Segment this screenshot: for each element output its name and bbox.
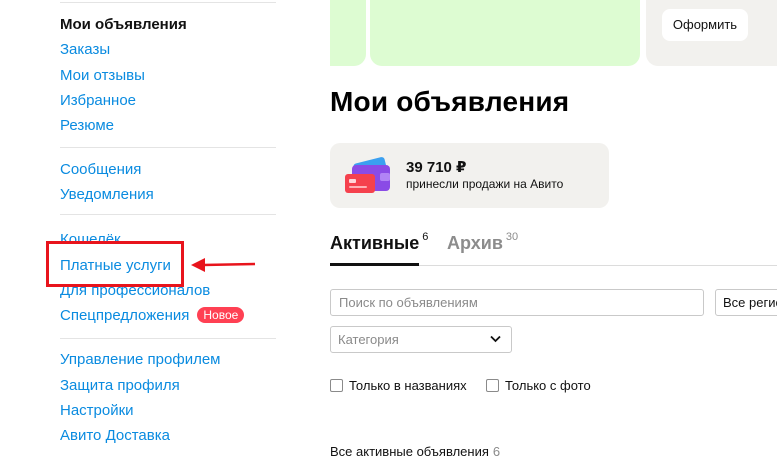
sidebar-divider	[60, 147, 276, 148]
sales-summary-card: 39 710 ₽ принесли продажи на Авито	[330, 143, 609, 208]
annotation-highlight-box	[46, 241, 184, 287]
sidebar-item-profile-protection[interactable]: Защита профиля	[60, 377, 180, 395]
new-badge: Новое	[197, 307, 245, 323]
sidebar-item-my-ads[interactable]: Мои объявления	[60, 16, 187, 34]
active-tab-indicator	[330, 263, 419, 266]
all-active-ads-label: Все активные объявления 6	[330, 444, 500, 459]
chevron-down-icon	[490, 335, 501, 343]
tab-label: Активные	[330, 233, 420, 253]
sales-caption: принесли продажи на Авито	[406, 177, 564, 191]
only-with-photo-checkbox[interactable]: Только с фото	[486, 378, 591, 393]
checkout-button[interactable]: Оформить	[662, 9, 748, 41]
sidebar-item-notifications[interactable]: Уведомления	[60, 186, 154, 204]
sidebar-item-special-offers[interactable]: Спецпредложения Новое	[60, 307, 245, 325]
sidebar-divider	[60, 338, 276, 339]
category-placeholder: Категория	[338, 332, 399, 347]
region-select[interactable]: Все регионы	[715, 289, 777, 316]
sidebar-item-avito-delivery[interactable]: Авито Доставка	[60, 427, 170, 445]
wallet-cards-icon	[345, 157, 390, 193]
sidebar-item-my-reviews[interactable]: Мои отзывы	[60, 67, 145, 85]
category-select[interactable]: Категория	[330, 326, 512, 353]
all-active-count: 6	[492, 444, 501, 459]
sidebar-item-label: Спецпредложения	[60, 307, 190, 324]
tab-count: 6	[422, 231, 429, 243]
sidebar-divider	[60, 2, 276, 3]
sidebar-item-messages[interactable]: Сообщения	[60, 161, 141, 179]
sidebar-divider	[60, 214, 276, 215]
checkbox-box[interactable]	[486, 379, 499, 392]
sidebar-item-favorites[interactable]: Избранное	[60, 92, 136, 110]
sidebar-item-settings[interactable]: Настройки	[60, 402, 134, 420]
sidebar-item-resume[interactable]: Резюме	[60, 117, 114, 135]
checkbox-label: Только в названиях	[349, 378, 467, 393]
promo-banner	[370, 0, 640, 66]
tab-label: Архив	[447, 233, 503, 253]
checkbox-box[interactable]	[330, 379, 343, 392]
main-content: Оформить Мои объявления 39 710 ₽ принесл…	[330, 0, 777, 475]
sales-amount: 39 710 ₽	[406, 159, 467, 176]
promo-banner	[330, 0, 366, 66]
all-active-text: Все активные объявления	[330, 444, 489, 459]
sidebar-item-profile-management[interactable]: Управление профилем	[60, 351, 221, 369]
tab-active[interactable]: Активные 6	[330, 231, 428, 254]
tab-archive[interactable]: Архив 30	[447, 231, 518, 254]
sidebar: Мои объявления Заказы Мои отзывы Избранн…	[0, 0, 300, 475]
only-in-titles-checkbox[interactable]: Только в названиях	[330, 378, 467, 393]
sidebar-item-orders[interactable]: Заказы	[60, 41, 110, 59]
annotation-arrow-icon	[191, 258, 256, 272]
search-input[interactable]	[330, 289, 704, 316]
page-title: Мои объявления	[330, 86, 570, 117]
checkbox-label: Только с фото	[505, 378, 591, 393]
tab-count: 30	[505, 231, 519, 243]
